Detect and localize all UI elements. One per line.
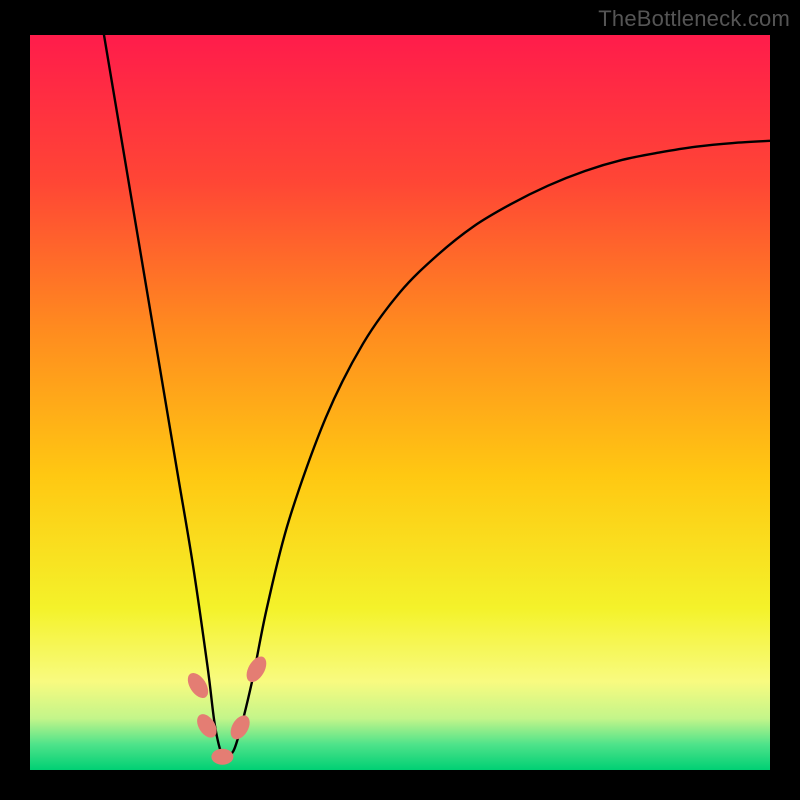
watermark-text: TheBottleneck.com [598, 6, 790, 32]
curve-marker [211, 749, 233, 765]
plot-background [30, 35, 770, 770]
chart-container: TheBottleneck.com [0, 0, 800, 800]
bottleneck-chart [0, 0, 800, 800]
